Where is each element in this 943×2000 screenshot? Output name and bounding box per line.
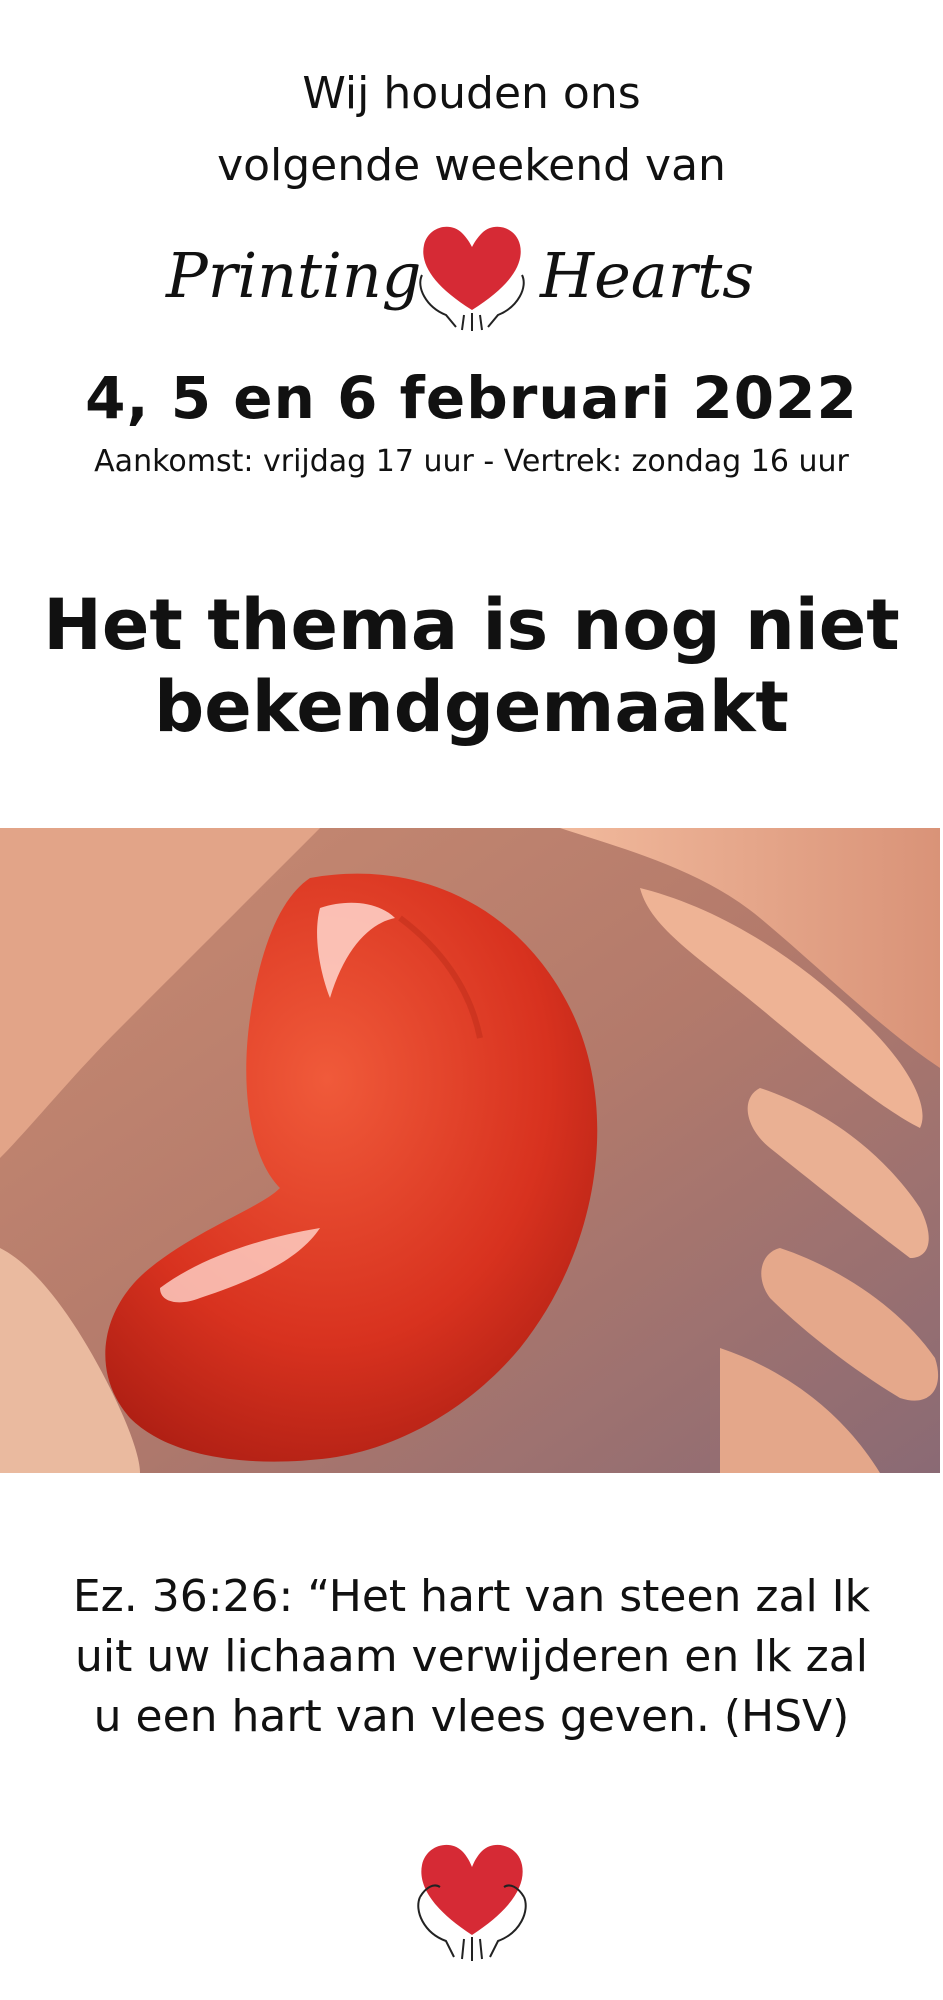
theme-line-1: Het thema is nog niet — [43, 584, 900, 666]
verse-line-3: u een hart van vlees geven. (HSV) — [93, 1691, 850, 1742]
heart-in-hands-icon — [416, 1844, 527, 1961]
heart-in-hands-icon — [418, 226, 525, 331]
event-times: Aankomst: vrijdag 17 uur - Vertrek: zond… — [94, 444, 849, 479]
verse-line-2: uit uw lichaam verwijderen en Ik zal — [75, 1631, 868, 1682]
logo-word-printing: Printing — [165, 239, 421, 312]
intro-line-1: Wij houden ons — [302, 68, 641, 119]
footer-logo — [0, 1835, 943, 1965]
printing-hearts-logo: Printing Hearts — [0, 215, 943, 335]
intro-line-2: volgende weekend van — [217, 140, 726, 191]
verse-line-1: Ez. 36:26: “Het hart van steen zal Ik — [72, 1571, 871, 1622]
intro-text: Wij houden ons volgende weekend van — [0, 58, 943, 202]
theme-line-2: bekendgemaakt — [154, 666, 789, 748]
printing-hearts-logo-graphic: Printing Hearts — [165, 226, 754, 331]
heart-photo — [0, 828, 940, 1473]
bible-verse: Ez. 36:26: “Het hart van steen zal Ik ui… — [50, 1567, 893, 1747]
theme-heading: Het thema is nog niet bekendgemaakt — [0, 584, 943, 748]
event-dates: 4, 5 en 6 februari 2022 — [85, 364, 858, 432]
logo-word-hearts: Hearts — [539, 239, 754, 312]
red-heart-in-hands-photo — [0, 828, 940, 1473]
